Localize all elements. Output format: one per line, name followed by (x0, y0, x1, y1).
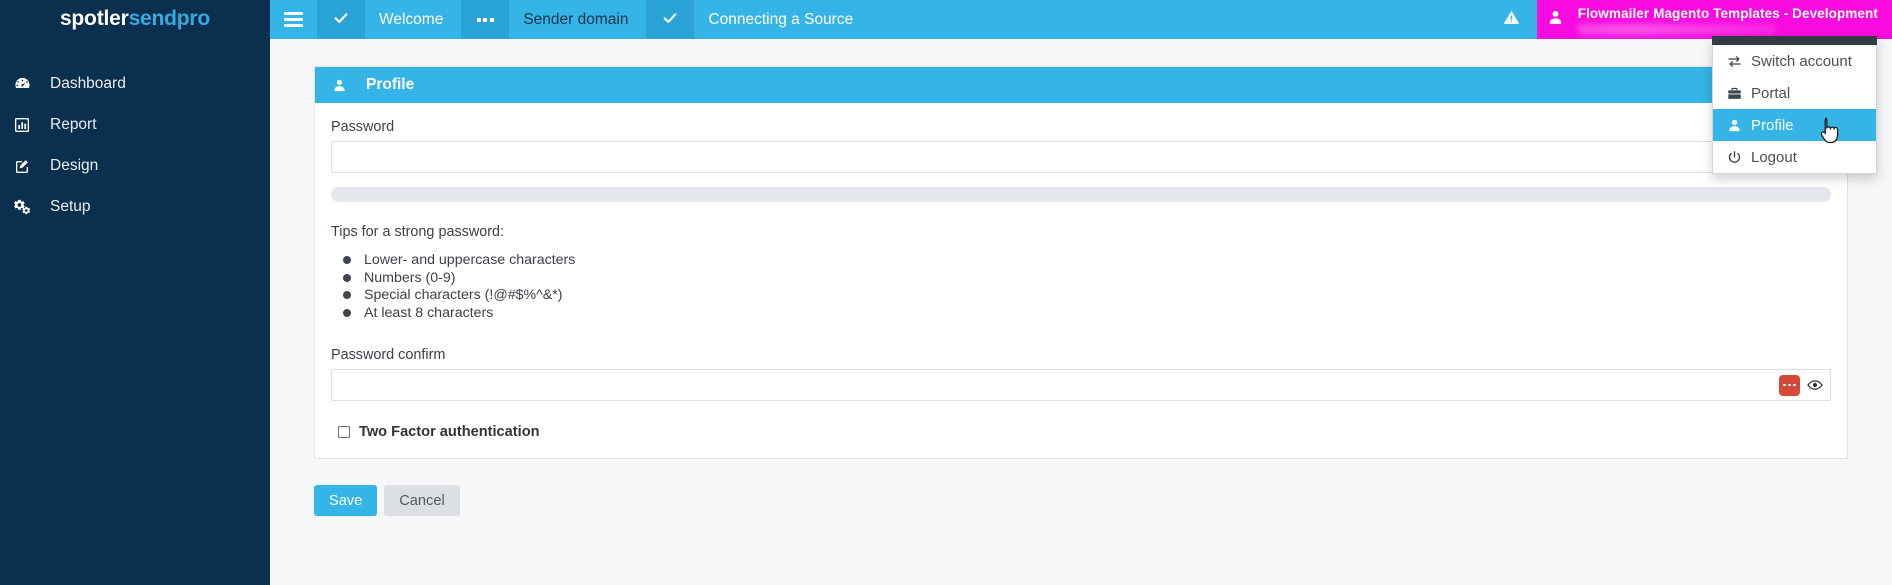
save-button[interactable]: Save (314, 485, 378, 516)
hamburger-icon (284, 9, 303, 30)
brand-part-one: spotler (59, 6, 129, 30)
account-menu-button[interactable]: Flowmailer Magento Templates - Developme… (1536, 0, 1892, 39)
ellipsis-icon (476, 17, 494, 22)
step-connecting-a-source[interactable]: Connecting a Source (694, 0, 871, 39)
password-field-adornments (1779, 369, 1823, 401)
sidebar-item-dashboard[interactable]: Dashboard (0, 63, 270, 104)
menu-item-label: Switch account (1751, 52, 1852, 70)
account-text: Flowmailer Magento Templates - Developme… (1577, 5, 1878, 35)
pencil-square-icon (14, 158, 44, 174)
account-dropdown-menu: Switch account Portal Profile Logout (1712, 36, 1877, 174)
menu-item-label: Profile (1751, 116, 1794, 134)
brand-part-two: sendpro (128, 6, 211, 30)
dashboard-icon (14, 75, 44, 92)
list-item: Special characters (!@#$%^&*) (331, 287, 1831, 304)
list-item: Lower- and uppercase characters (331, 252, 1831, 269)
brand-logo[interactable]: spotler sendpro (0, 0, 270, 39)
bullet-icon (343, 273, 351, 282)
two-factor-checkbox[interactable] (338, 426, 350, 438)
two-factor-label: Two Factor authentication (359, 424, 540, 440)
account-subtitle-redacted (1577, 23, 1776, 35)
top-navigation-bar: Welcome Sender domain Connecting a Sourc… (270, 0, 1892, 39)
sidebar-item-label: Setup (50, 197, 91, 215)
password-tips-list: Lower- and uppercase characters Numbers … (331, 252, 1831, 321)
app-root: spotlersendpro Dashboard Report Design (0, 0, 1892, 585)
menu-item-label: Portal (1751, 84, 1791, 102)
eye-icon[interactable] (1807, 379, 1823, 391)
sidebar-item-report[interactable]: Report (0, 104, 270, 145)
menu-item-portal[interactable]: Portal (1713, 77, 1876, 109)
exchange-icon (1727, 54, 1751, 69)
warning-triangle-icon (1503, 9, 1520, 31)
page-title: Profile (366, 76, 415, 93)
account-menu-list: Switch account Portal Profile Logout (1713, 36, 1876, 173)
user-icon (332, 78, 362, 93)
menu-item-profile[interactable]: Profile (1713, 109, 1876, 141)
sidebar-item-setup[interactable]: Setup (0, 186, 270, 227)
password-confirm-input-wrap (331, 369, 1831, 401)
chart-bar-icon (14, 117, 44, 133)
menu-item-label: Logout (1751, 148, 1797, 166)
password-tip-text: Lower- and uppercase characters (364, 252, 576, 269)
password-input[interactable] (331, 141, 1831, 173)
profile-panel-body: Password Tips for a strong password: Low… (315, 103, 1847, 458)
step-status-welcome[interactable] (317, 0, 365, 39)
form-actions: Save Cancel (314, 485, 1848, 516)
sidebar: spotlersendpro Dashboard Report Design (0, 0, 270, 585)
bullet-icon (343, 308, 351, 317)
password-confirm-block: Password confirm (331, 347, 1831, 401)
sidebar-item-label: Report (50, 115, 97, 133)
list-item: Numbers (0-9) (331, 270, 1831, 287)
sidebar-item-design[interactable]: Design (0, 145, 270, 186)
profile-panel-header: Profile (315, 67, 1847, 103)
briefcase-icon (1727, 86, 1751, 101)
password-tips-title: Tips for a strong password: (331, 224, 505, 240)
lastpass-dots-icon[interactable] (1779, 374, 1800, 396)
sidebar-item-label: Design (50, 156, 99, 174)
gears-icon (14, 198, 44, 215)
list-item: At least 8 characters (331, 305, 1831, 322)
power-icon (1727, 150, 1751, 165)
menu-item-switch-account[interactable]: Switch account (1713, 45, 1876, 77)
account-name: Flowmailer Magento Templates - Developme… (1577, 5, 1878, 21)
step-sender-domain[interactable]: Sender domain (509, 0, 646, 39)
two-factor-row: Two Factor authentication (331, 424, 1831, 440)
password-input-wrap (331, 141, 1831, 173)
sidebar-toggle-button[interactable] (270, 0, 317, 39)
main-content: Profile Password Tips for a strong passw… (270, 39, 1892, 585)
menu-item-logout[interactable]: Logout (1713, 141, 1876, 173)
cancel-button[interactable]: Cancel (384, 485, 460, 516)
step-status-sender-domain[interactable] (461, 0, 510, 39)
bullet-icon (343, 291, 351, 300)
check-icon (333, 10, 349, 30)
bullet-icon (343, 256, 351, 265)
password-label: Password (331, 119, 395, 135)
user-icon (1727, 118, 1751, 133)
password-confirm-input[interactable] (331, 369, 1831, 401)
check-icon (662, 10, 678, 30)
account-menu-cap (1712, 36, 1877, 45)
step-welcome[interactable]: Welcome (365, 0, 461, 39)
sidebar-item-label: Dashboard (50, 74, 126, 92)
password-tip-text: Special characters (!@#$%^&*) (364, 287, 563, 304)
warning-button[interactable] (1487, 0, 1537, 39)
user-icon (1547, 9, 1564, 31)
step-status-connecting-a-source[interactable] (646, 0, 695, 39)
password-strength-meter (331, 187, 1831, 202)
password-tip-text: Numbers (0-9) (364, 269, 456, 286)
password-confirm-label: Password confirm (331, 347, 446, 363)
password-tip-text: At least 8 characters (364, 304, 494, 321)
profile-panel: Profile Password Tips for a strong passw… (314, 66, 1848, 459)
sidebar-nav: Dashboard Report Design Setup (0, 63, 270, 227)
